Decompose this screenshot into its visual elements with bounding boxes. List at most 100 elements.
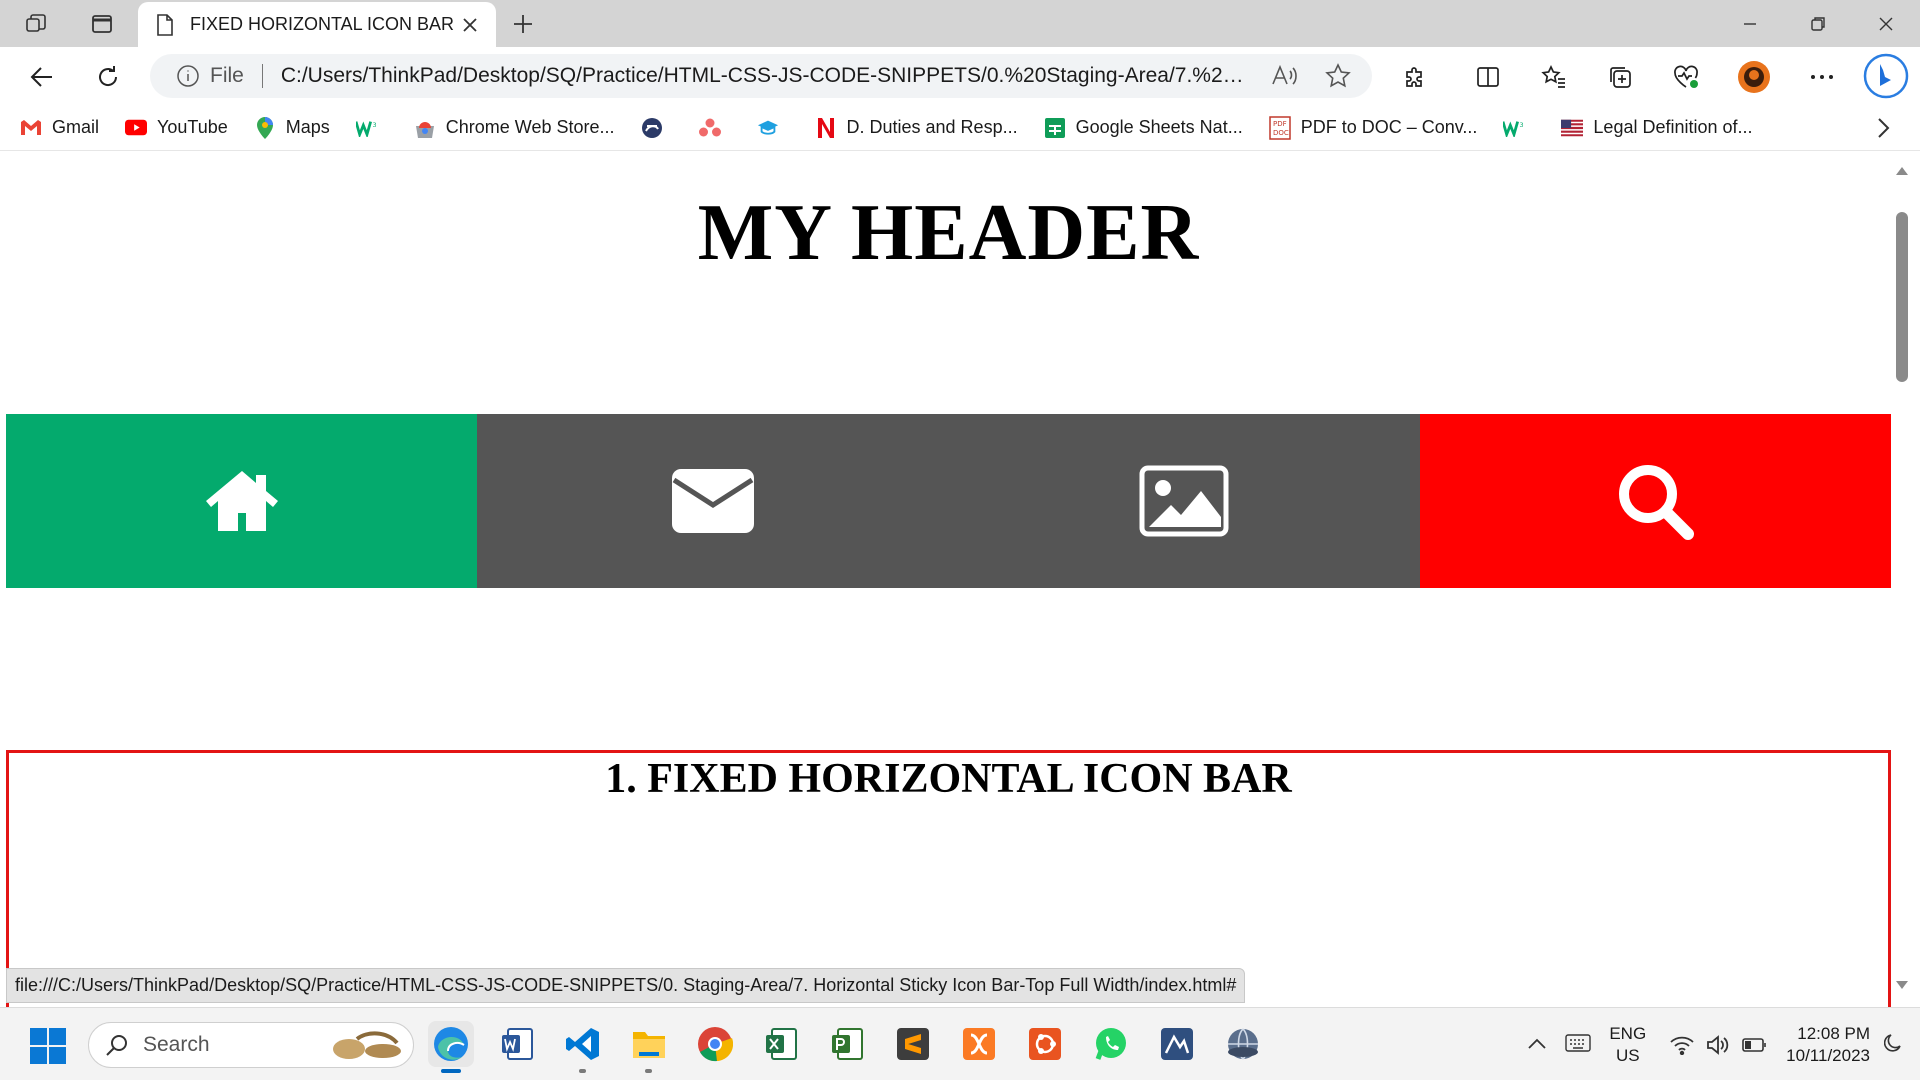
volume-icon (1707, 1034, 1729, 1055)
bookmark-asana[interactable] (698, 117, 731, 139)
close-icon (1879, 17, 1893, 30)
address-bar[interactable]: File C:/Users/ThinkPad/Desktop/SQ/Practi… (150, 54, 1372, 98)
address-separator (261, 64, 263, 88)
favorites-button[interactable] (1536, 59, 1572, 95)
svg-text:DOC: DOC (1273, 129, 1289, 137)
new-tab-button[interactable] (506, 8, 540, 40)
taskbar-word[interactable] (494, 1021, 540, 1067)
minimize-button[interactable] (1716, 0, 1784, 47)
minimize-icon (1744, 22, 1756, 25)
bookmark-google-sheets[interactable]: Google Sheets Nat... (1044, 117, 1243, 139)
link-status-url: file:///C:/Users/ThinkPad/Desktop/SQ/Pra… (6, 968, 1246, 1003)
ubuntu-icon (1029, 1028, 1061, 1060)
taskbar-search[interactable]: Search (88, 1022, 414, 1068)
workspaces-icon (26, 14, 46, 32)
taskbar-edge[interactable] (428, 1021, 474, 1073)
scroll-down-arrow-icon[interactable] (1895, 980, 1909, 990)
collections-button[interactable] (1602, 59, 1638, 95)
active-tab[interactable]: FIXED HORIZONTAL ICON BAR (138, 2, 496, 47)
icon-bar-home-link[interactable] (6, 414, 478, 588)
restore-button[interactable] (1784, 0, 1852, 47)
bookmark-w3schools-2[interactable]: 3 (1503, 117, 1535, 139)
taskbar: Search ENG US 12:08 PM 10/11/2023 (0, 1007, 1920, 1080)
taskbar-globe-app[interactable] (1220, 1021, 1266, 1067)
bookmark-chrome-web-store[interactable]: Chrome Web Store... (414, 117, 615, 139)
graduation-cap-icon (757, 120, 778, 135)
split-screen-button[interactable] (1470, 59, 1506, 95)
maps-icon (256, 116, 273, 139)
touch-keyboard-button[interactable] (1565, 1033, 1592, 1056)
taskbar-chrome[interactable] (692, 1021, 738, 1067)
profile-button[interactable] (1736, 59, 1772, 95)
more-menu-button[interactable] (1804, 59, 1840, 95)
bing-chat-button[interactable] (1862, 52, 1910, 100)
ssms-icon (1161, 1028, 1193, 1060)
show-hidden-icons-button[interactable] (1527, 1035, 1547, 1054)
section-title: 1. FIXED HORIZONTAL ICON BAR (605, 756, 1292, 802)
collections-icon (1610, 67, 1631, 88)
tab-actions-button[interactable] (84, 8, 120, 40)
bookmark-legal-definition[interactable]: Legal Definition of... (1561, 117, 1753, 139)
refresh-button[interactable] (90, 59, 126, 95)
icon-bar-image-link[interactable] (948, 414, 1420, 588)
taskbar-excel[interactable] (758, 1021, 804, 1067)
whatsapp-icon (1095, 1028, 1126, 1060)
browser-essentials-button[interactable] (1668, 59, 1704, 95)
page-header: MY HEADER (6, 160, 1891, 414)
workspaces-button[interactable] (18, 8, 54, 40)
youtube-icon (125, 119, 148, 136)
extensions-button[interactable] (1397, 59, 1433, 95)
icon-bar-mail-link[interactable] (477, 414, 949, 588)
network-volume-battery-button[interactable] (1670, 1034, 1768, 1055)
taskbar-sublime[interactable] (890, 1021, 936, 1067)
close-window-button[interactable] (1852, 0, 1920, 47)
bookmark-youtube[interactable]: YouTube (125, 117, 228, 139)
wifi-icon (1670, 1036, 1694, 1055)
chevron-up-icon (1528, 1038, 1546, 1049)
input-language-button[interactable]: ENG US (1609, 1023, 1646, 1067)
taskbar-vscode[interactable] (560, 1021, 606, 1073)
bookmark-maps[interactable]: Maps (254, 116, 330, 139)
page-scrollbar[interactable] (1891, 160, 1914, 1007)
notifications-button[interactable] (1883, 1033, 1904, 1057)
svg-text:3: 3 (372, 121, 376, 129)
url-text[interactable]: C:/Users/ThinkPad/Desktop/SQ/Practice/HT… (281, 64, 1251, 88)
bookmark-course[interactable] (757, 117, 789, 139)
scrollbar-thumb[interactable] (1896, 212, 1908, 382)
scroll-up-arrow-icon[interactable] (1895, 166, 1909, 176)
page-viewport: MY HEADER 1. FIXED HORIZONTAL ICON BAR f… (6, 160, 1891, 1007)
bookmark-w3schools-1[interactable]: 3 (355, 117, 388, 139)
icon-bar-search-link[interactable] (1419, 414, 1891, 588)
taskbar-xampp[interactable] (956, 1021, 1002, 1067)
read-aloud-icon[interactable] (1270, 62, 1298, 90)
heart-pulse-icon (1674, 65, 1698, 88)
scheme-label: File (210, 64, 244, 87)
taskbar-file-explorer[interactable] (626, 1021, 672, 1073)
project-icon (832, 1028, 863, 1060)
xampp-icon (963, 1028, 995, 1060)
clock-button[interactable]: 12:08 PM 10/11/2023 (1786, 1023, 1870, 1067)
bookmark-gmail[interactable]: Gmail (20, 117, 99, 139)
taskbar-whatsapp[interactable] (1088, 1021, 1134, 1067)
language-code: ENG (1609, 1023, 1647, 1043)
bookmark-edge[interactable] (641, 117, 673, 139)
windows-logo-icon (30, 1028, 66, 1064)
taskbar-ssms[interactable] (1154, 1021, 1200, 1067)
page-title: MY HEADER (697, 189, 1200, 277)
vertical-tabs-icon (92, 15, 112, 33)
bookmarks-overflow-button[interactable] (1876, 117, 1890, 143)
us-flag-icon (1561, 119, 1584, 136)
keyboard-icon (1565, 1033, 1592, 1052)
taskbar-project[interactable] (824, 1021, 870, 1067)
close-tab-icon[interactable] (462, 17, 478, 33)
bookmark-duties[interactable]: D. Duties and Resp... (815, 117, 1018, 139)
taskbar-ubuntu[interactable] (1022, 1021, 1068, 1067)
clock-time: 12:08 PM (1797, 1023, 1870, 1043)
back-button[interactable] (24, 59, 60, 95)
bookmark-pdf-to-doc[interactable]: PDF DOC PDF to DOC – Conv... (1268, 115, 1477, 140)
svg-text:3: 3 (1520, 121, 1524, 129)
document-icon (157, 13, 173, 36)
favorite-star-icon[interactable] (1324, 62, 1352, 90)
start-button[interactable] (30, 1028, 66, 1068)
home-icon (205, 471, 278, 531)
